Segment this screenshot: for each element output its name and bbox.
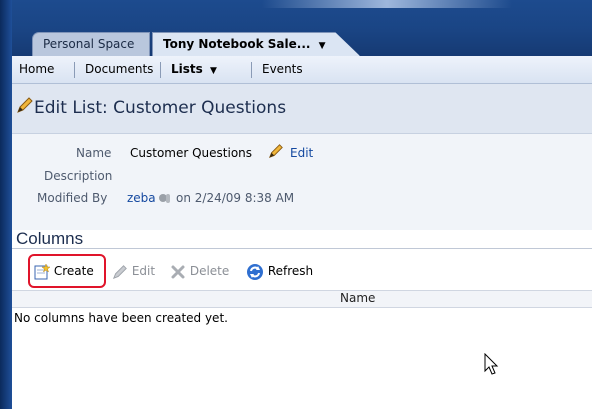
- nav-separator: [160, 62, 161, 78]
- refresh-button-label: Refresh: [267, 264, 314, 278]
- mouse-cursor-icon: [484, 353, 500, 377]
- empty-state-message: No columns have been created yet.: [14, 311, 228, 325]
- nav-item-events[interactable]: Events: [257, 56, 308, 83]
- chevron-down-icon: ▼: [209, 66, 217, 76]
- section-divider: [12, 248, 592, 249]
- delete-button-label: Delete: [189, 264, 230, 278]
- name-value: Customer Questions: [130, 146, 253, 160]
- tab-tony-notebook-sale[interactable]: Tony Notebook Sale... ▼: [152, 32, 360, 56]
- tab-personal-space[interactable]: Personal Space: [32, 32, 150, 56]
- chevron-down-icon[interactable]: ▼: [319, 41, 326, 51]
- edit-button[interactable]: Edit: [112, 262, 155, 280]
- nav-separator: [74, 62, 75, 78]
- delete-button[interactable]: Delete: [170, 262, 229, 280]
- modified-by-label: Modified By: [37, 191, 108, 205]
- tab-personal-space-label: Personal Space: [43, 37, 135, 51]
- presence-icon: [158, 191, 172, 205]
- edit-button-label: Edit: [131, 264, 156, 278]
- nav-item-lists[interactable]: Lists ▼: [166, 56, 222, 83]
- left-edge-bar: [0, 0, 12, 409]
- pencil-icon: [16, 96, 34, 114]
- description-label: Description: [44, 169, 113, 183]
- column-header-name[interactable]: Name: [340, 291, 375, 305]
- create-button-label: Create: [53, 264, 94, 278]
- nav-item-home[interactable]: Home: [14, 56, 59, 83]
- delete-icon: [170, 264, 186, 280]
- tab-active-label: Tony Notebook Sale...: [163, 37, 311, 51]
- create-icon: [34, 263, 50, 280]
- edit-icon: [112, 264, 128, 280]
- create-button[interactable]: Create: [34, 262, 94, 280]
- nav-item-documents[interactable]: Documents: [80, 56, 158, 83]
- pencil-icon[interactable]: [268, 143, 284, 159]
- name-label: Name: [76, 146, 112, 160]
- columns-table-header: Name: [12, 290, 592, 308]
- refresh-icon: [246, 263, 264, 281]
- refresh-button[interactable]: Refresh: [246, 262, 313, 280]
- edit-name-link[interactable]: Edit: [290, 146, 313, 160]
- modified-user-link[interactable]: zeba: [127, 191, 156, 205]
- nav-separator: [251, 62, 252, 78]
- nav-item-lists-label: Lists: [171, 62, 203, 76]
- page-nav-bar: Home Documents Lists ▼ Events: [12, 56, 592, 84]
- modified-date: on 2/24/09 8:38 AM: [176, 191, 295, 205]
- columns-heading: Columns: [16, 229, 84, 248]
- page-title: Edit List: Customer Questions: [34, 98, 287, 118]
